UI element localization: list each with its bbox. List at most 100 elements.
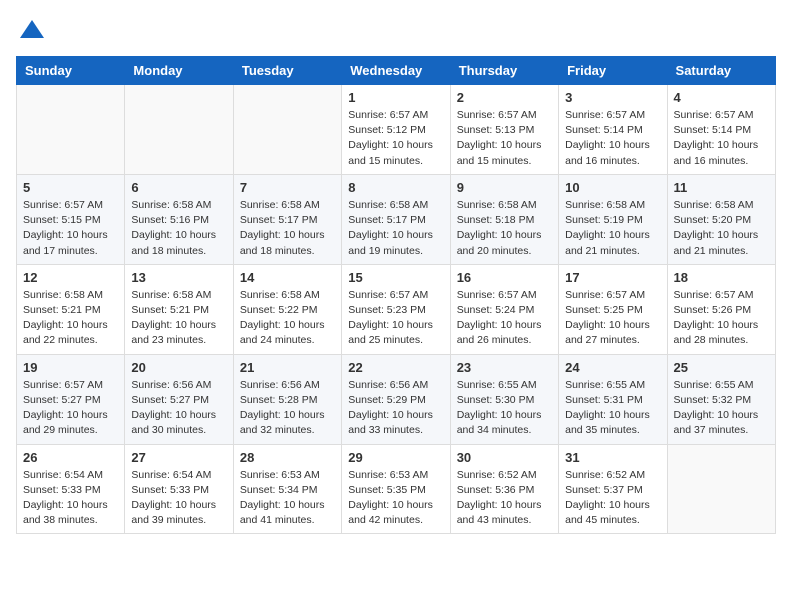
calendar-cell: 26 Sunrise: 6:54 AM Sunset: 5:33 PM Dayli…	[17, 444, 125, 534]
calendar-cell: 28Sunrise: 6:53 AM Sunset: 5:34 PM Dayli…	[233, 444, 341, 534]
calendar-cell: 8 Sunrise: 6:58 AM Sunset: 5:17 PM Daylig…	[342, 174, 450, 264]
weekday-header-monday: Monday	[125, 57, 233, 85]
calendar-table: SundayMondayTuesdayWednesdayThursdayFrid…	[16, 56, 776, 534]
day-number: 5	[23, 180, 118, 195]
day-number: 7	[240, 180, 335, 195]
calendar-cell: 9 Sunrise: 6:58 AM Sunset: 5:18 PM Daylig…	[450, 174, 558, 264]
calendar-cell: 29Sunrise: 6:53 AM Sunset: 5:35 PM Dayli…	[342, 444, 450, 534]
calendar-cell: 21 Sunrise: 6:56 AM Sunset: 5:28 PM Dayli…	[233, 354, 341, 444]
day-number: 4	[674, 90, 769, 105]
day-number: 9	[457, 180, 552, 195]
logo-icon	[18, 16, 46, 44]
day-number: 11	[674, 180, 769, 195]
day-number: 1	[348, 90, 443, 105]
day-number: 30	[457, 450, 552, 465]
calendar-cell: 20Sunrise: 6:56 AM Sunset: 5:27 PM Dayli…	[125, 354, 233, 444]
day-info: Sunrise: 6:55 AM Sunset: 5:30 PM Dayligh…	[457, 378, 552, 439]
day-info: Sunrise: 6:53 AM Sunset: 5:34 PM Dayligh…	[240, 468, 335, 529]
day-number: 12	[23, 270, 118, 285]
day-info: Sunrise: 6:58 AM Sunset: 5:21 PM Dayligh…	[131, 288, 226, 349]
calendar-cell: 17 Sunrise: 6:57 AM Sunset: 5:25 PM Dayli…	[559, 264, 667, 354]
day-number: 25	[674, 360, 769, 375]
weekday-header-row: SundayMondayTuesdayWednesdayThursdayFrid…	[17, 57, 776, 85]
day-info: Sunrise: 6:57 AM Sunset: 5:24 PM Dayligh…	[457, 288, 552, 349]
day-number: 19	[23, 360, 118, 375]
calendar-week-row: 19 Sunrise: 6:57 AM Sunset: 5:27 PM Dayli…	[17, 354, 776, 444]
day-info: Sunrise: 6:57 AM Sunset: 5:26 PM Dayligh…	[674, 288, 769, 349]
calendar-cell: 18 Sunrise: 6:57 AM Sunset: 5:26 PM Dayli…	[667, 264, 775, 354]
weekday-header-tuesday: Tuesday	[233, 57, 341, 85]
calendar-cell: 4 Sunrise: 6:57 AM Sunset: 5:14 PM Daylig…	[667, 85, 775, 175]
day-number: 2	[457, 90, 552, 105]
calendar-cell: 19 Sunrise: 6:57 AM Sunset: 5:27 PM Dayli…	[17, 354, 125, 444]
day-number: 20	[131, 360, 226, 375]
calendar-cell: 24 Sunrise: 6:55 AM Sunset: 5:31 PM Dayli…	[559, 354, 667, 444]
day-info: Sunrise: 6:58 AM Sunset: 5:18 PM Dayligh…	[457, 198, 552, 259]
day-number: 31	[565, 450, 660, 465]
day-info: Sunrise: 6:57 AM Sunset: 5:25 PM Dayligh…	[565, 288, 660, 349]
day-number: 3	[565, 90, 660, 105]
calendar-cell	[233, 85, 341, 175]
day-info: Sunrise: 6:57 AM Sunset: 5:13 PM Dayligh…	[457, 108, 552, 169]
day-number: 10	[565, 180, 660, 195]
calendar-cell: 13 Sunrise: 6:58 AM Sunset: 5:21 PM Dayli…	[125, 264, 233, 354]
calendar-cell: 2 Sunrise: 6:57 AM Sunset: 5:13 PM Daylig…	[450, 85, 558, 175]
day-number: 6	[131, 180, 226, 195]
day-number: 13	[131, 270, 226, 285]
day-number: 17	[565, 270, 660, 285]
day-number: 29	[348, 450, 443, 465]
weekday-header-wednesday: Wednesday	[342, 57, 450, 85]
day-info: Sunrise: 6:54 AM Sunset: 5:33 PM Dayligh…	[23, 468, 118, 529]
day-info: Sunrise: 6:57 AM Sunset: 5:23 PM Dayligh…	[348, 288, 443, 349]
calendar-cell: 10Sunrise: 6:58 AM Sunset: 5:19 PM Dayli…	[559, 174, 667, 264]
calendar-week-row: 1 Sunrise: 6:57 AM Sunset: 5:12 PM Daylig…	[17, 85, 776, 175]
day-info: Sunrise: 6:57 AM Sunset: 5:27 PM Dayligh…	[23, 378, 118, 439]
day-info: Sunrise: 6:52 AM Sunset: 5:36 PM Dayligh…	[457, 468, 552, 529]
day-number: 16	[457, 270, 552, 285]
day-info: Sunrise: 6:57 AM Sunset: 5:14 PM Dayligh…	[674, 108, 769, 169]
day-info: Sunrise: 6:58 AM Sunset: 5:21 PM Dayligh…	[23, 288, 118, 349]
calendar-cell: 15 Sunrise: 6:57 AM Sunset: 5:23 PM Dayli…	[342, 264, 450, 354]
day-info: Sunrise: 6:56 AM Sunset: 5:28 PM Dayligh…	[240, 378, 335, 439]
calendar-cell: 14 Sunrise: 6:58 AM Sunset: 5:22 PM Dayli…	[233, 264, 341, 354]
calendar-cell: 30 Sunrise: 6:52 AM Sunset: 5:36 PM Dayli…	[450, 444, 558, 534]
day-info: Sunrise: 6:52 AM Sunset: 5:37 PM Dayligh…	[565, 468, 660, 529]
calendar-cell: 11 Sunrise: 6:58 AM Sunset: 5:20 PM Dayli…	[667, 174, 775, 264]
day-info: Sunrise: 6:56 AM Sunset: 5:29 PM Dayligh…	[348, 378, 443, 439]
day-number: 24	[565, 360, 660, 375]
day-info: Sunrise: 6:58 AM Sunset: 5:22 PM Dayligh…	[240, 288, 335, 349]
calendar-cell: 1 Sunrise: 6:57 AM Sunset: 5:12 PM Daylig…	[342, 85, 450, 175]
day-number: 22	[348, 360, 443, 375]
weekday-header-thursday: Thursday	[450, 57, 558, 85]
day-info: Sunrise: 6:57 AM Sunset: 5:14 PM Dayligh…	[565, 108, 660, 169]
calendar-cell: 12 Sunrise: 6:58 AM Sunset: 5:21 PM Dayli…	[17, 264, 125, 354]
day-number: 8	[348, 180, 443, 195]
day-info: Sunrise: 6:55 AM Sunset: 5:31 PM Dayligh…	[565, 378, 660, 439]
day-number: 14	[240, 270, 335, 285]
day-number: 27	[131, 450, 226, 465]
calendar-cell: 27Sunrise: 6:54 AM Sunset: 5:33 PM Dayli…	[125, 444, 233, 534]
calendar-cell: 3 Sunrise: 6:57 AM Sunset: 5:14 PM Daylig…	[559, 85, 667, 175]
day-info: Sunrise: 6:55 AM Sunset: 5:32 PM Dayligh…	[674, 378, 769, 439]
day-info: Sunrise: 6:57 AM Sunset: 5:12 PM Dayligh…	[348, 108, 443, 169]
logo	[16, 16, 46, 44]
calendar-cell	[125, 85, 233, 175]
weekday-header-friday: Friday	[559, 57, 667, 85]
calendar-body: 1 Sunrise: 6:57 AM Sunset: 5:12 PM Daylig…	[17, 85, 776, 534]
day-number: 18	[674, 270, 769, 285]
calendar-cell: 6 Sunrise: 6:58 AM Sunset: 5:16 PM Daylig…	[125, 174, 233, 264]
day-number: 23	[457, 360, 552, 375]
weekday-header-sunday: Sunday	[17, 57, 125, 85]
day-info: Sunrise: 6:58 AM Sunset: 5:17 PM Dayligh…	[240, 198, 335, 259]
day-info: Sunrise: 6:58 AM Sunset: 5:20 PM Dayligh…	[674, 198, 769, 259]
day-number: 15	[348, 270, 443, 285]
calendar-cell	[667, 444, 775, 534]
calendar-cell: 7 Sunrise: 6:58 AM Sunset: 5:17 PM Daylig…	[233, 174, 341, 264]
calendar-cell: 23 Sunrise: 6:55 AM Sunset: 5:30 PM Dayli…	[450, 354, 558, 444]
day-info: Sunrise: 6:58 AM Sunset: 5:17 PM Dayligh…	[348, 198, 443, 259]
day-number: 21	[240, 360, 335, 375]
day-number: 26	[23, 450, 118, 465]
day-info: Sunrise: 6:57 AM Sunset: 5:15 PM Dayligh…	[23, 198, 118, 259]
calendar-cell: 31 Sunrise: 6:52 AM Sunset: 5:37 PM Dayli…	[559, 444, 667, 534]
day-info: Sunrise: 6:58 AM Sunset: 5:16 PM Dayligh…	[131, 198, 226, 259]
